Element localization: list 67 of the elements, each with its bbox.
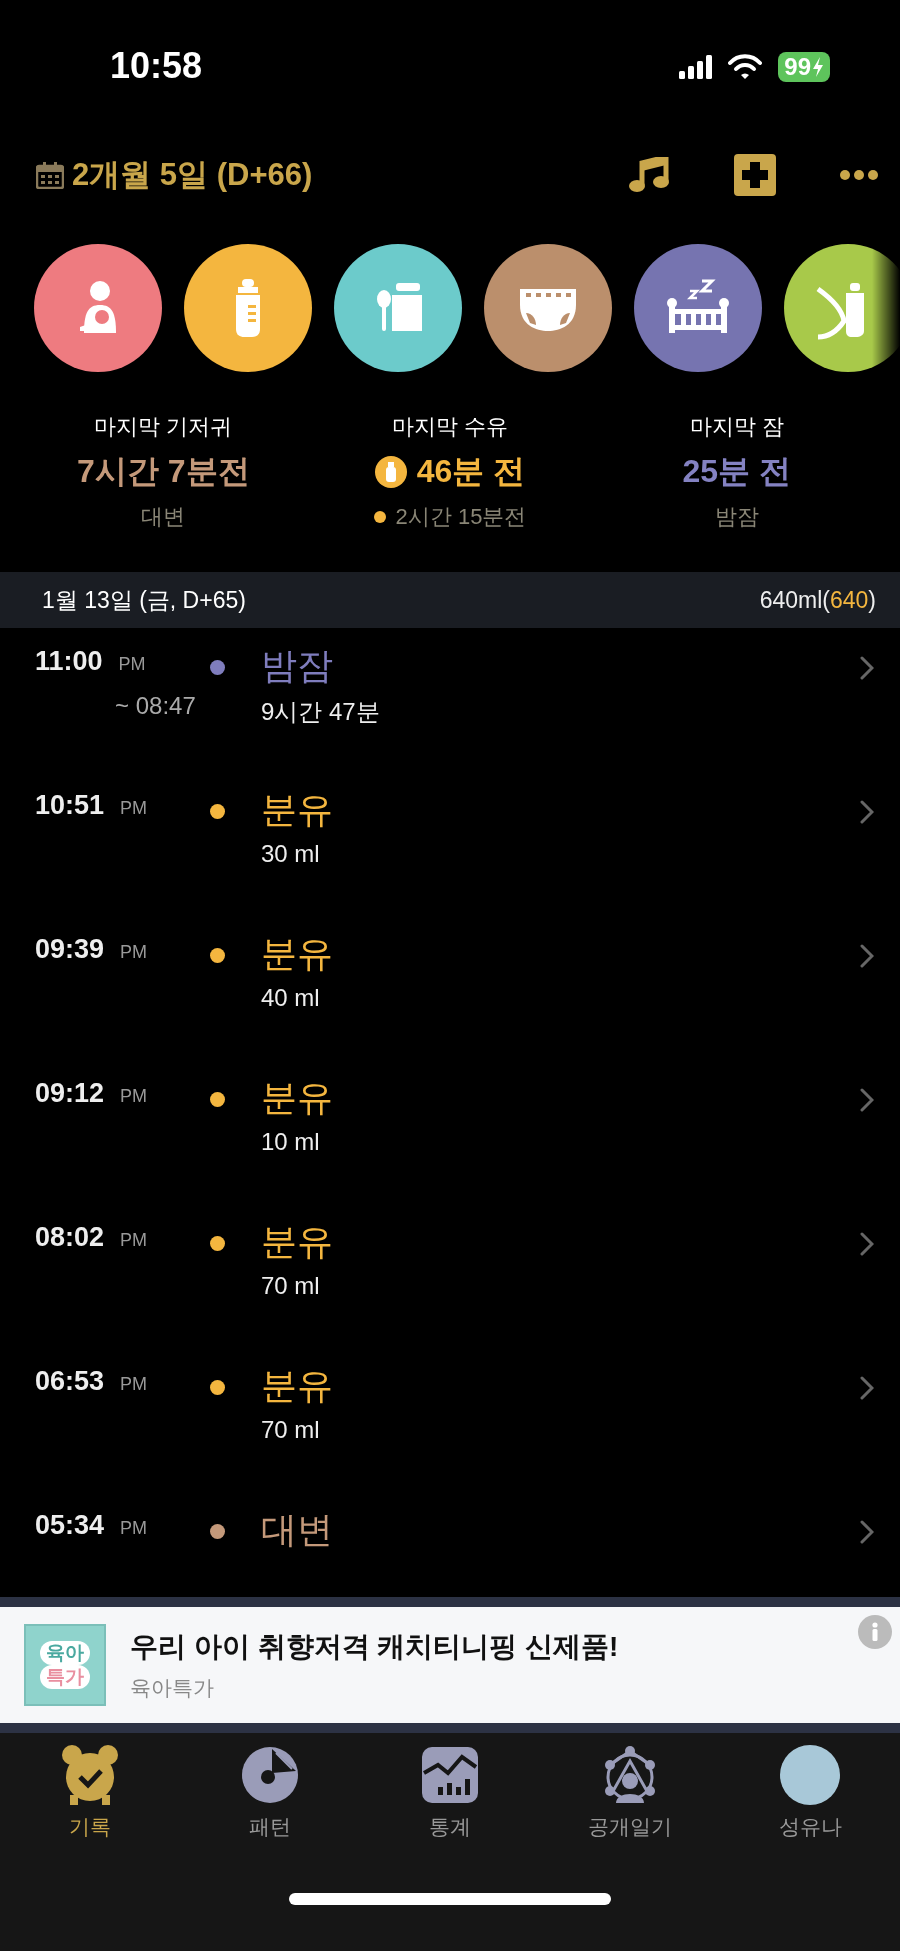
summary-label: 마지막 기저귀 bbox=[94, 413, 233, 441]
summary-label: 마지막 수유 bbox=[391, 413, 509, 441]
summary-value: 46분 전 bbox=[416, 452, 526, 491]
entry-time: 09:12 bbox=[35, 1078, 105, 1109]
chevron-right-icon[interactable] bbox=[860, 1232, 874, 1256]
calendar-icon bbox=[36, 161, 64, 189]
entry-detail: 30 ml bbox=[261, 840, 320, 868]
wifi-icon bbox=[728, 54, 763, 80]
bolt-icon bbox=[812, 57, 824, 77]
chevron-right-icon[interactable] bbox=[860, 656, 874, 680]
day-total: 640ml(640) bbox=[759, 586, 876, 614]
more-icon[interactable] bbox=[840, 170, 878, 180]
entry-title[interactable]: 분유 bbox=[261, 1222, 333, 1262]
entry-title[interactable]: 분유 bbox=[261, 1078, 333, 1118]
entry-title[interactable]: 밤잠 bbox=[261, 646, 333, 686]
entry-detail: 70 ml bbox=[261, 1416, 320, 1444]
entry-time: 10:51 bbox=[35, 790, 105, 821]
entry-detail: 40 ml bbox=[261, 984, 320, 1012]
entry-time: 05:34 bbox=[35, 1510, 105, 1541]
summary-value: 7시간 7분전 bbox=[77, 452, 250, 491]
chevron-right-icon[interactable] bbox=[860, 1520, 874, 1544]
chevron-right-icon[interactable] bbox=[860, 800, 874, 824]
entry-end-time: ~ 08:47 bbox=[114, 692, 197, 720]
chevron-right-icon[interactable] bbox=[860, 944, 874, 968]
chevron-right-icon[interactable] bbox=[860, 1376, 874, 1400]
entry-detail: 70 ml bbox=[261, 1272, 320, 1300]
entry-detail: 9시간 47분 bbox=[261, 697, 380, 727]
bottle-badge-icon bbox=[374, 456, 407, 488]
summary-detail: 대변 bbox=[141, 503, 186, 531]
avatar-icon bbox=[778, 1743, 842, 1807]
entry-title[interactable]: 분유 bbox=[261, 934, 333, 974]
advertiser-logo: 육아 특가 bbox=[24, 1624, 106, 1706]
entry-title[interactable]: 대변 bbox=[261, 1510, 333, 1550]
ad-title[interactable]: 우리 아이 취향저격 캐치티니핑 신제품! bbox=[130, 1628, 619, 1666]
summary-detail: 밤잠 bbox=[714, 503, 759, 531]
signal-icon bbox=[679, 55, 713, 79]
entry-time: 08:02 bbox=[35, 1222, 105, 1253]
entry-meridiem: PM bbox=[120, 942, 148, 963]
entry-time: 06:53 bbox=[35, 1366, 105, 1397]
status-dot bbox=[373, 511, 386, 523]
battery-indicator: 99 bbox=[778, 52, 830, 82]
music-note-icon[interactable] bbox=[628, 157, 670, 193]
entry-meridiem: PM bbox=[118, 654, 146, 675]
entry-meridiem: PM bbox=[120, 1086, 148, 1107]
entry-meridiem: PM bbox=[120, 1374, 148, 1395]
entry-title[interactable]: 분유 bbox=[261, 790, 333, 830]
ad-source: 육아특가 bbox=[130, 1675, 215, 1701]
tab-button[interactable]: 공개일기 bbox=[540, 1743, 720, 1841]
chevron-right-icon[interactable] bbox=[860, 1088, 874, 1112]
summary-label: 마지막 잠 bbox=[689, 413, 784, 441]
entry-title[interactable]: 분유 bbox=[261, 1366, 333, 1406]
entry-time: 11:00 bbox=[35, 646, 103, 677]
entry-meridiem: PM bbox=[120, 798, 148, 819]
tab-button[interactable]: 기록 bbox=[0, 1743, 180, 1841]
tab-button[interactable]: 통계 bbox=[360, 1743, 540, 1841]
tab-button[interactable]: 성유나 bbox=[720, 1743, 900, 1841]
summary-value: 25분 전 bbox=[682, 452, 791, 491]
tab-button[interactable]: 패턴 bbox=[180, 1743, 360, 1841]
baby-age-title[interactable]: 2개월 5일 (D+66) bbox=[72, 154, 313, 196]
entry-detail: 10 ml bbox=[261, 1128, 320, 1156]
entry-meridiem: PM bbox=[120, 1230, 148, 1251]
clock-time: 10:58 bbox=[110, 45, 203, 87]
summary-detail: 2시간 15분전 bbox=[395, 503, 527, 531]
entry-time: 09:39 bbox=[35, 934, 105, 965]
entry-meridiem: PM bbox=[120, 1518, 148, 1539]
day-date: 1월 13일 (금, D+65) bbox=[42, 585, 246, 615]
medical-cross-icon[interactable] bbox=[734, 154, 776, 196]
